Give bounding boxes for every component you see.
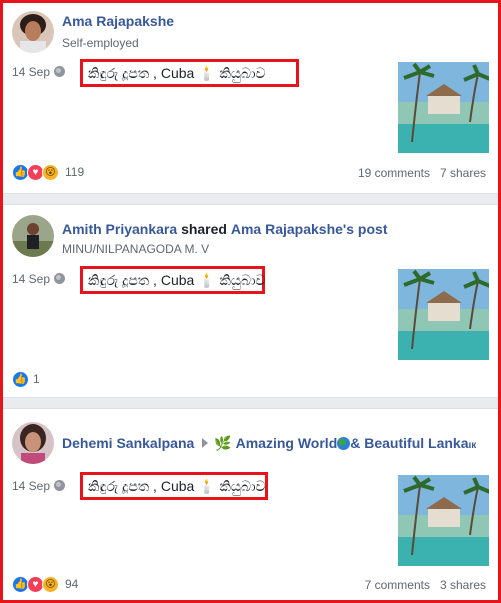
highlight-frame (0, 0, 501, 603)
